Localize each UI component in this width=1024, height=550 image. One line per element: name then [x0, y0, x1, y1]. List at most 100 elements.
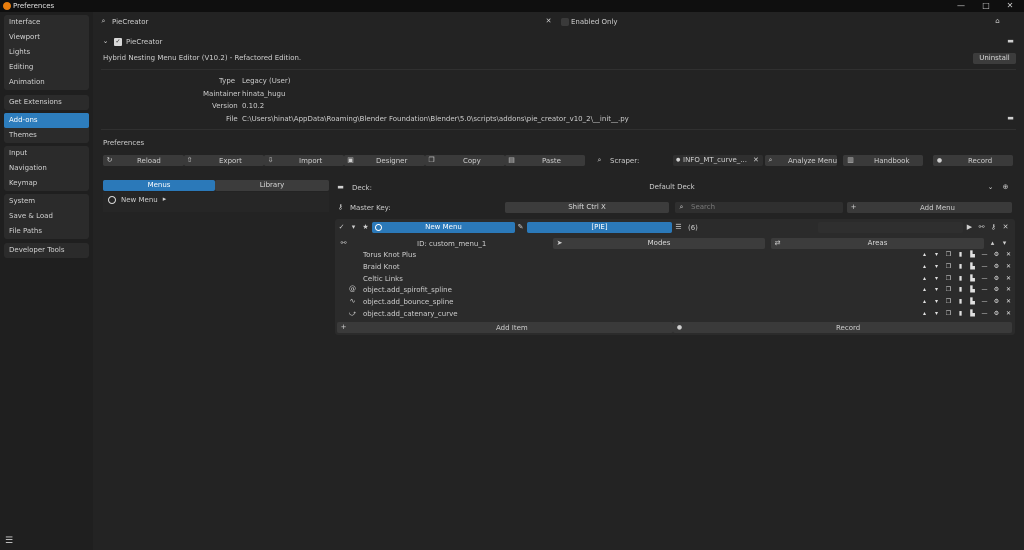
gear-icon[interactable]: ⚙	[992, 285, 1001, 294]
deck-search-input[interactable]: Search	[675, 202, 843, 213]
bars-icon[interactable]: ▮	[956, 262, 965, 271]
move-down-icon[interactable]: ▾	[932, 285, 941, 294]
folder-icon[interactable]: ▬	[1006, 37, 1015, 46]
close-icon[interactable]: ✕	[1004, 262, 1013, 271]
bars-icon[interactable]: ▮	[956, 274, 965, 283]
move-up-icon[interactable]: ▴	[920, 297, 929, 306]
gear-icon[interactable]: ⚙	[992, 274, 1001, 283]
close-icon[interactable]: ✕	[1004, 274, 1013, 283]
search-input[interactable]: PieCreator	[112, 18, 148, 26]
menu-extra-field[interactable]	[818, 222, 963, 233]
menu-item-label[interactable]: Celtic Links	[363, 275, 403, 283]
sidebar-item-editing[interactable]: Editing	[4, 60, 89, 75]
close-icon[interactable]: ✕	[1004, 285, 1013, 294]
master-key-field[interactable]: Shift Ctrl X	[505, 202, 669, 213]
sidebar-item-viewport[interactable]: Viewport	[4, 30, 89, 45]
move-up-icon[interactable]: ▴	[920, 274, 929, 283]
hamburger-menu-icon[interactable]: ☰	[5, 536, 13, 546]
move-up-icon[interactable]: ▴	[988, 239, 997, 248]
chevron-down-icon[interactable]: ⌄	[986, 183, 995, 192]
pencil-icon[interactable]: ✎	[516, 223, 525, 232]
menu-type-field[interactable]: [PIE]	[527, 222, 672, 233]
duplicate-icon[interactable]: ❐	[944, 285, 953, 294]
link-icon[interactable]: ⚯	[977, 223, 986, 232]
move-down-icon[interactable]: ▾	[1000, 239, 1009, 248]
link-icon[interactable]: ⚯	[339, 239, 348, 248]
duplicate-icon[interactable]: ❐	[944, 250, 953, 259]
sidebar-item-keymap[interactable]: Keymap	[4, 176, 89, 191]
minus-icon[interactable]: —	[980, 297, 989, 306]
tab-menus[interactable]: Menus	[103, 180, 215, 191]
sidebar-item-developer-tools[interactable]: Developer Tools	[4, 243, 89, 258]
chevron-down-icon[interactable]: ▾	[349, 223, 358, 232]
duplicate-icon[interactable]: ❐	[944, 262, 953, 271]
sidebar-item-save-load[interactable]: Save & Load	[4, 209, 89, 224]
close-icon[interactable]: ✕	[1004, 297, 1013, 306]
minus-icon[interactable]: —	[980, 262, 989, 271]
minus-icon[interactable]: —	[980, 285, 989, 294]
menu-item-label[interactable]: object.add_spirofit_spline	[363, 286, 452, 294]
minus-icon[interactable]: —	[980, 274, 989, 283]
menu-name-field[interactable]: New Menu	[372, 222, 515, 233]
menu-radio-icon[interactable]	[108, 196, 116, 204]
tag-icon[interactable]: ⌂	[993, 17, 1002, 26]
gear-icon[interactable]: ⚙	[992, 309, 1001, 318]
maximize-button[interactable]: □	[979, 1, 993, 11]
chart-icon[interactable]: ▙	[968, 274, 977, 283]
close-icon[interactable]: ✕	[1004, 250, 1013, 259]
list-icon[interactable]: ☰	[674, 223, 683, 232]
menu-item-label[interactable]: object.add_catenary_curve	[363, 310, 458, 318]
bars-icon[interactable]: ▮	[956, 250, 965, 259]
bars-icon[interactable]: ▮	[956, 309, 965, 318]
sidebar-item-file-paths[interactable]: File Paths	[4, 224, 89, 239]
bars-icon[interactable]: ▮	[956, 297, 965, 306]
chart-icon[interactable]: ▙	[968, 250, 977, 259]
chart-icon[interactable]: ▙	[968, 297, 977, 306]
move-down-icon[interactable]: ▾	[932, 250, 941, 259]
scraper-field[interactable]: ● INFO_MT_curve_... ✕	[673, 155, 763, 166]
deck-dropdown[interactable]: Default Deck	[348, 182, 996, 193]
sidebar-item-get-extensions[interactable]: Get Extensions	[4, 95, 89, 110]
gear-icon[interactable]: ⚙	[992, 262, 1001, 271]
sidebar-item-lights[interactable]: Lights	[4, 45, 89, 60]
chart-icon[interactable]: ▙	[968, 285, 977, 294]
duplicate-icon[interactable]: ❐	[944, 297, 953, 306]
close-button[interactable]: ✕	[1003, 1, 1017, 11]
sidebar-item-interface[interactable]: Interface	[4, 15, 89, 30]
play-arrow-icon[interactable]: ▸	[160, 195, 169, 204]
chevron-down-icon[interactable]: ⌄	[101, 37, 110, 46]
gear-icon[interactable]: ⚙	[992, 297, 1001, 306]
sidebar-item-themes[interactable]: Themes	[4, 128, 89, 143]
bars-icon[interactable]: ▮	[956, 285, 965, 294]
clear-search-icon[interactable]: ✕	[544, 17, 553, 26]
enabled-only-checkbox[interactable]	[561, 18, 569, 26]
minus-icon[interactable]: —	[980, 250, 989, 259]
move-down-icon[interactable]: ▾	[932, 309, 941, 318]
sidebar-item-addons[interactable]: Add-ons	[4, 113, 89, 128]
clear-scraper-icon[interactable]: ✕	[753, 155, 759, 166]
play-icon[interactable]: ▶	[965, 223, 974, 232]
chart-icon[interactable]: ▙	[968, 262, 977, 271]
menu-item-label[interactable]: Torus Knot Plus	[363, 251, 416, 259]
addon-enabled-checkbox[interactable]: ✓	[114, 38, 122, 46]
duplicate-icon[interactable]: ❐	[944, 309, 953, 318]
checkmark-icon[interactable]: ✓	[337, 223, 346, 232]
new-menu-item[interactable]: New Menu	[121, 196, 158, 204]
sidebar-item-animation[interactable]: Animation	[4, 75, 89, 90]
modes-dropdown[interactable]: Modes	[553, 238, 765, 249]
move-up-icon[interactable]: ▴	[920, 262, 929, 271]
areas-dropdown[interactable]: Areas	[771, 238, 984, 249]
close-icon[interactable]: ✕	[1004, 309, 1013, 318]
sidebar-item-input[interactable]: Input	[4, 146, 89, 161]
close-icon[interactable]: ✕	[1001, 223, 1010, 232]
minus-icon[interactable]: —	[980, 309, 989, 318]
minimize-button[interactable]: —	[954, 1, 968, 11]
move-down-icon[interactable]: ▾	[932, 262, 941, 271]
duplicate-icon[interactable]: ❐	[944, 274, 953, 283]
key-icon[interactable]: ⚷	[989, 223, 998, 232]
move-up-icon[interactable]: ▴	[920, 250, 929, 259]
move-down-icon[interactable]: ▾	[932, 297, 941, 306]
gear-icon[interactable]: ⚙	[992, 250, 1001, 259]
uninstall-button[interactable]: Uninstall	[973, 53, 1016, 64]
add-deck-icon[interactable]: ⊕	[1001, 183, 1010, 192]
